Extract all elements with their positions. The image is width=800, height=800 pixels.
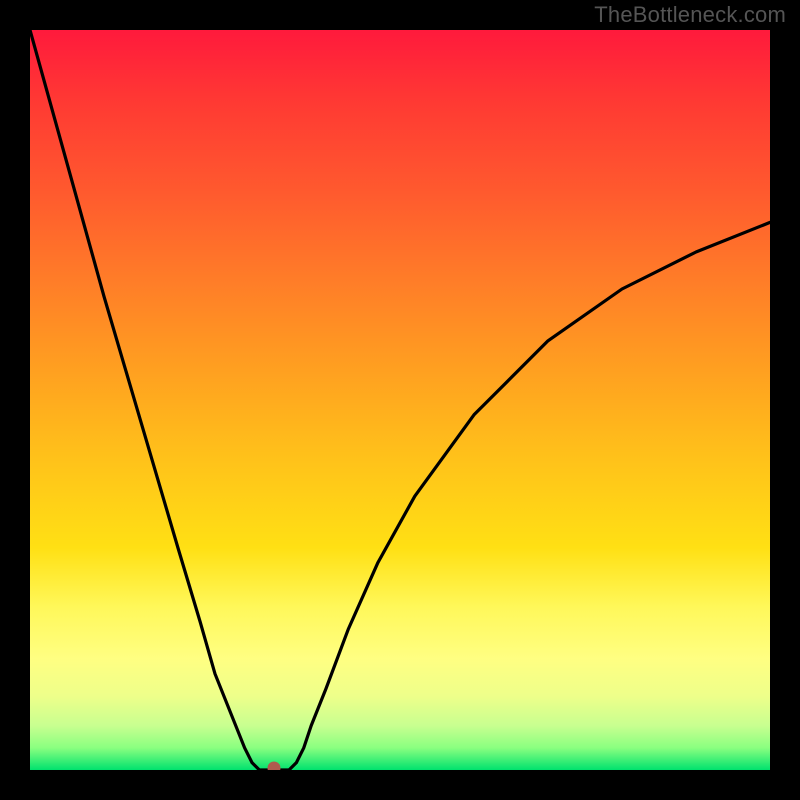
optimal-point-marker bbox=[268, 762, 281, 771]
bottleneck-curve bbox=[30, 30, 770, 770]
plot-area bbox=[30, 30, 770, 770]
watermark-text: TheBottleneck.com bbox=[594, 2, 786, 28]
curve-path bbox=[30, 30, 770, 770]
chart-frame: TheBottleneck.com bbox=[0, 0, 800, 800]
